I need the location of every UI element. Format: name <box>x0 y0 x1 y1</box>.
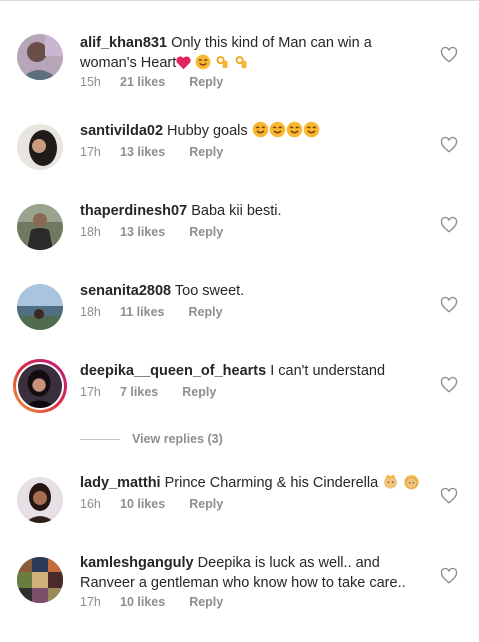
heart-emoji-icon <box>176 56 191 70</box>
avatar[interactable] <box>17 204 63 250</box>
smile-emoji-icon <box>286 121 302 138</box>
avatar[interactable] <box>17 124 63 170</box>
view-replies-button[interactable]: View replies (3) <box>80 432 223 446</box>
comment-username[interactable]: santivilda02 <box>80 123 163 139</box>
replies-divider <box>80 438 120 440</box>
comment-meta: 17h 7 likes Reply <box>80 385 216 399</box>
smile-emoji-icon <box>195 54 211 70</box>
reply-button[interactable]: Reply <box>189 305 223 319</box>
reply-button[interactable]: Reply <box>182 385 216 399</box>
comment-body: thaperdinesh07 Baba kii besti. <box>80 201 425 221</box>
comment-time: 18h <box>80 225 101 239</box>
like-heart-icon[interactable] <box>440 296 458 314</box>
like-heart-icon[interactable] <box>440 487 458 505</box>
comment-username[interactable]: lady_matthi <box>80 475 161 491</box>
like-count[interactable]: 11 likes <box>120 305 165 319</box>
reply-button[interactable]: Reply <box>189 75 223 89</box>
prince-emoji-icon <box>384 474 398 489</box>
comment-body: lady_matthi Prince Charming & his Cinder… <box>80 473 425 493</box>
comment-meta: 15h 21 likes Reply <box>80 75 223 89</box>
like-heart-icon[interactable] <box>440 567 458 585</box>
like-count[interactable]: 7 likes <box>120 385 158 399</box>
like-count[interactable]: 10 likes <box>120 595 165 609</box>
smile-emoji-icon <box>269 121 285 138</box>
comment-time: 17h <box>80 145 101 159</box>
smile-emoji-icon <box>252 121 268 138</box>
comment-body: alif_khan831 Only this kind of Man can w… <box>80 33 425 73</box>
comment-username[interactable]: deepika__queen_of_hearts <box>80 363 266 379</box>
comment-time: 18h <box>80 305 101 319</box>
like-heart-icon[interactable] <box>440 46 458 64</box>
like-heart-icon[interactable] <box>440 136 458 154</box>
comment-meta: 17h 10 likes Reply <box>80 595 223 609</box>
comment-meta: 17h 13 likes Reply <box>80 145 223 159</box>
avatar[interactable] <box>13 359 67 413</box>
comment-body: kamleshganguly Deepika is luck as well..… <box>80 553 425 593</box>
comment-time: 16h <box>80 497 101 511</box>
ok-hand-emoji-icon <box>235 56 247 69</box>
like-count[interactable]: 13 likes <box>120 145 165 159</box>
comment-meta: 16h 10 likes Reply <box>80 497 223 511</box>
like-count[interactable]: 13 likes <box>120 225 165 239</box>
like-heart-icon[interactable] <box>440 376 458 394</box>
view-replies-label: View replies (3) <box>132 432 223 446</box>
comment-text: Baba kii besti. <box>191 203 282 219</box>
comment-text: Hubby goals <box>167 123 248 139</box>
avatar[interactable] <box>17 34 63 80</box>
comment-time: 15h <box>80 75 101 89</box>
reply-button[interactable]: Reply <box>189 595 223 609</box>
comment-time: 17h <box>80 385 101 399</box>
comment-text: I can't understand <box>270 363 386 379</box>
comment-username[interactable]: senanita2808 <box>80 283 171 299</box>
comment-time: 17h <box>80 595 101 609</box>
reply-button[interactable]: Reply <box>189 497 223 511</box>
avatar[interactable] <box>17 284 63 330</box>
reply-button[interactable]: Reply <box>189 225 223 239</box>
smile-emoji-icon <box>303 121 319 138</box>
princess-emoji-icon <box>404 474 419 490</box>
comment-text: Too sweet. <box>174 283 245 299</box>
comment-body: santivilda02 Hubby goals <box>80 121 425 141</box>
avatar[interactable] <box>17 477 63 523</box>
comment-body: senanita2808 Too sweet. <box>80 281 425 301</box>
comment-username[interactable]: alif_khan831 <box>80 35 167 51</box>
like-count[interactable]: 21 likes <box>120 75 165 89</box>
comment-meta: 18h 13 likes Reply <box>80 225 223 239</box>
avatar[interactable] <box>17 557 63 603</box>
reply-button[interactable]: Reply <box>189 145 223 159</box>
comment-text: Prince Charming & his Cinderella <box>164 475 379 491</box>
ok-hand-emoji-icon <box>216 56 228 69</box>
like-count[interactable]: 10 likes <box>120 497 165 511</box>
comment-username[interactable]: thaperdinesh07 <box>80 203 187 219</box>
comment-username[interactable]: kamleshganguly <box>80 555 194 571</box>
comment-meta: 18h 11 likes Reply <box>80 305 223 319</box>
like-heart-icon[interactable] <box>440 216 458 234</box>
top-divider <box>0 0 479 1</box>
comment-body: deepika__queen_of_hearts I can't underst… <box>80 361 425 381</box>
